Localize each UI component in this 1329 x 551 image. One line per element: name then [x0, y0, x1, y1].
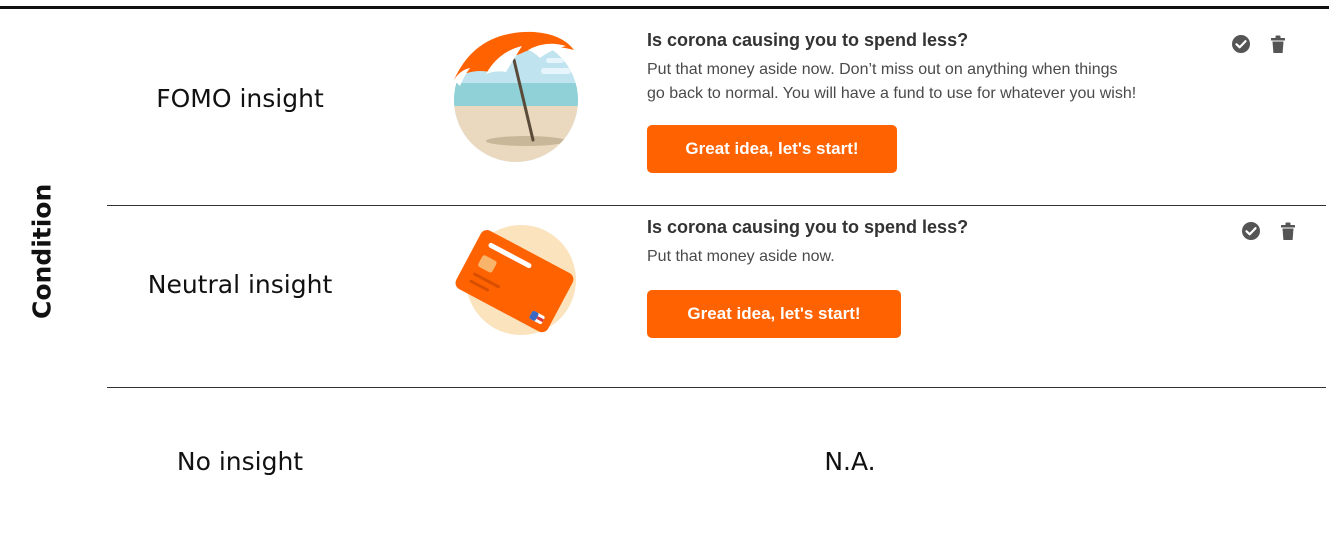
- insight-body: Put that money aside now. Don’t miss out…: [647, 58, 1217, 106]
- row-divider: [107, 205, 1326, 206]
- condition-label-fomo: FOMO insight: [156, 84, 324, 113]
- beach-umbrella-illustration: [454, 31, 578, 162]
- insight-title: Is corona causing you to spend less?: [647, 217, 969, 237]
- trash-icon[interactable]: [1267, 33, 1289, 55]
- trash-icon[interactable]: [1277, 220, 1299, 242]
- condition-axis-label: Condition: [27, 183, 57, 319]
- insight-body-line: go back to normal. You will have a fund …: [647, 85, 1137, 102]
- check-circle-icon[interactable]: [1230, 33, 1252, 55]
- great-idea-button[interactable]: Great idea, let's start!: [647, 290, 901, 338]
- check-circle-icon[interactable]: [1240, 220, 1262, 242]
- insight-body-line: Put that money aside now. Don’t miss out…: [647, 61, 1118, 78]
- row-divider: [107, 387, 1326, 388]
- great-idea-button[interactable]: Great idea, let's start!: [647, 125, 897, 173]
- not-applicable-label: N.A.: [824, 447, 876, 476]
- insight-body-line: Put that money aside now.: [647, 248, 835, 265]
- condition-label-neutral: Neutral insight: [147, 270, 333, 299]
- insight-title: Is corona causing you to spend less?: [647, 30, 969, 50]
- top-rule: [0, 6, 1329, 9]
- credit-card-illustration: [455, 225, 576, 335]
- insight-body: Put that money aside now.: [647, 245, 1217, 269]
- condition-label-none: No insight: [176, 447, 304, 476]
